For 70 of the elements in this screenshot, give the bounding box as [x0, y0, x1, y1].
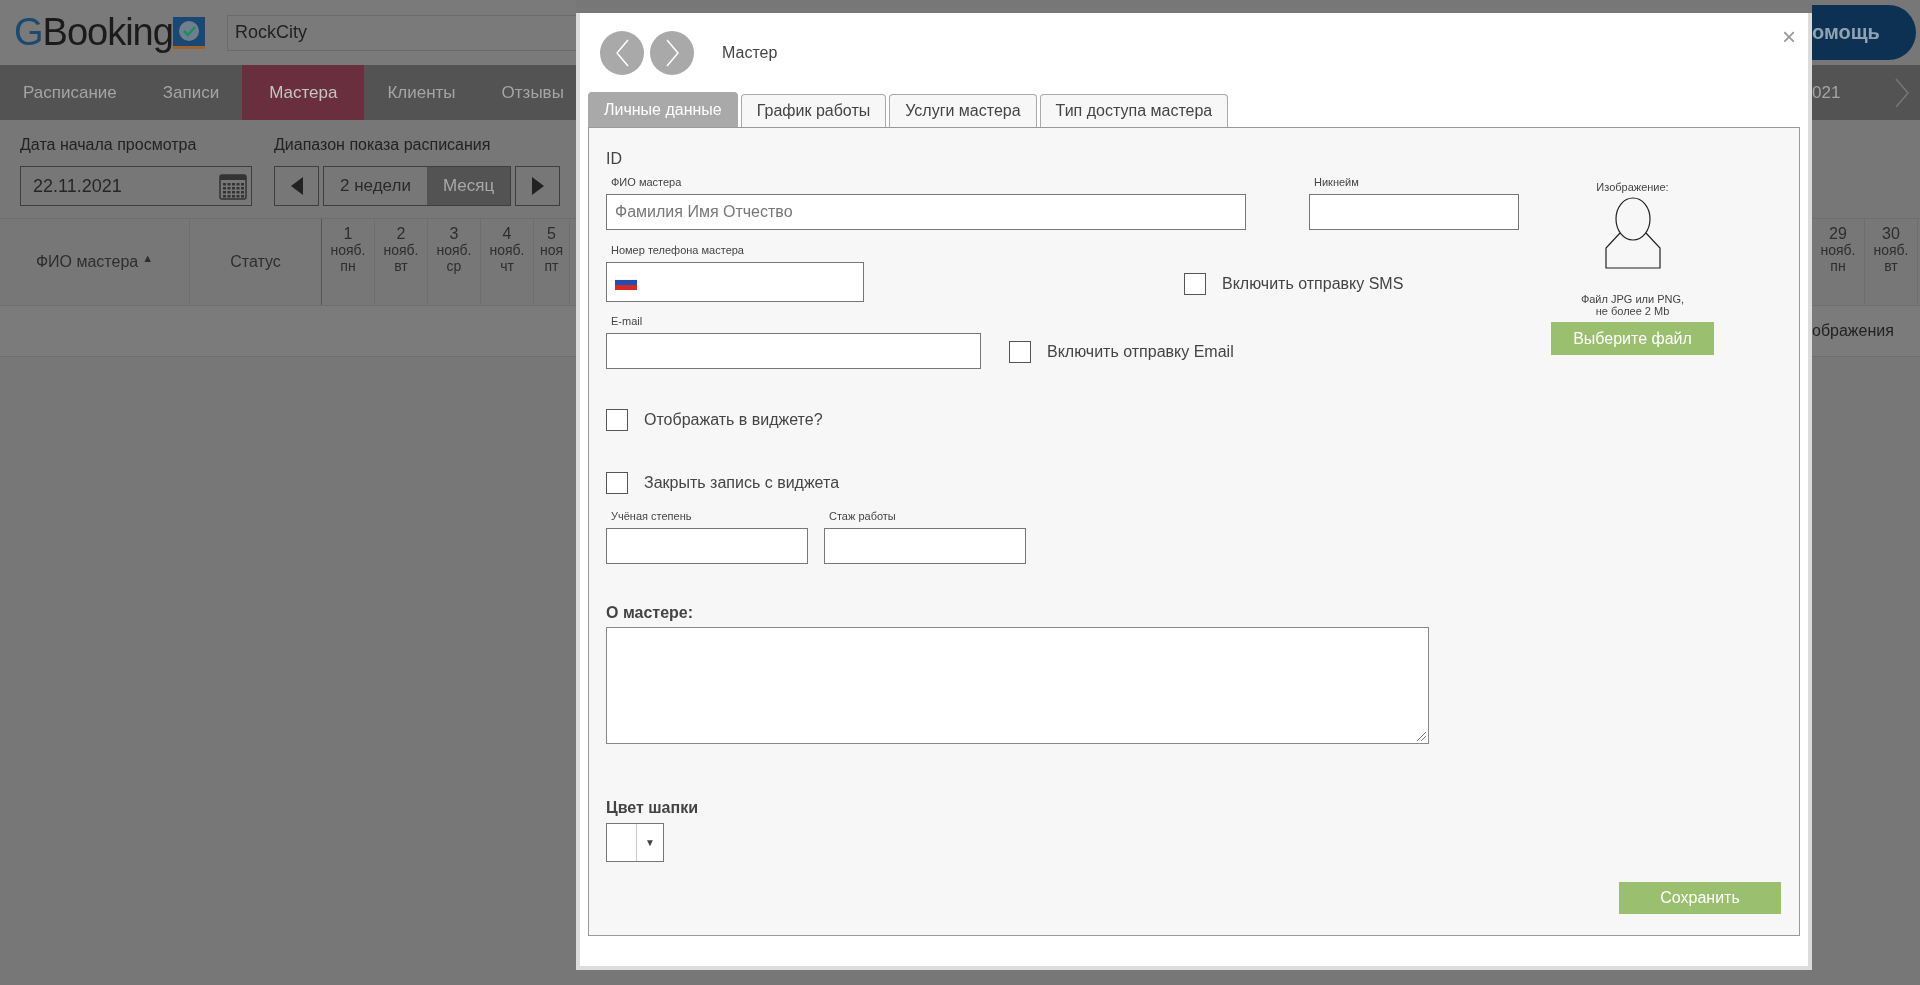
tab[interactable]: График работы	[740, 94, 887, 127]
section-label: О мастере:	[606, 604, 695, 622]
field-label: ФИО мастера	[610, 176, 683, 190]
previous-button[interactable]	[600, 30, 644, 75]
field-label: Номер телефона мастера	[610, 244, 745, 258]
column-header[interactable]: ФИО мастера	[35, 253, 139, 271]
id-label: ID	[606, 150, 623, 168]
right-arrow-icon	[529, 176, 546, 196]
checkbox-label: Включить отправку SMS	[1222, 275, 1404, 293]
field-label: Стаж работы	[828, 510, 897, 524]
checkbox[interactable]	[1184, 273, 1206, 295]
close-button[interactable]: ×	[1782, 25, 1796, 49]
choose-file-button[interactable]: Выберите файл	[1551, 322, 1714, 355]
save-button[interactable]: Сохранить	[1619, 882, 1781, 914]
next-button[interactable]	[650, 30, 694, 75]
tab[interactable]: Услуги мастера	[889, 94, 1037, 127]
nav-tab[interactable]: Клиенты	[364, 65, 479, 120]
checkbox[interactable]	[606, 409, 628, 431]
color-dropdown[interactable]: ▼	[606, 823, 664, 862]
input-field[interactable]	[606, 528, 808, 564]
field-label: Дата начала просмотра	[20, 136, 198, 155]
modal-title: Мастер	[722, 43, 778, 62]
input-field[interactable]	[1309, 194, 1519, 230]
field-label: Диапазон показа расписания	[274, 136, 492, 155]
input-field[interactable]	[606, 262, 864, 302]
input-field[interactable]	[824, 528, 1026, 564]
field-label: Учёная степень	[610, 510, 693, 524]
sort-icon: ▲	[142, 252, 154, 264]
range-option[interactable]: 2 недели	[324, 167, 427, 205]
checkbox-label: Закрыть запись с виджета	[644, 474, 840, 492]
flag-icon[interactable]	[615, 274, 637, 290]
checkbox-label: Отображать в виджете?	[644, 411, 823, 429]
section-label: Цвет шапки	[606, 799, 700, 817]
field-label: E-mail	[610, 315, 644, 329]
image-label: Изображение:	[1596, 181, 1669, 193]
logo[interactable]: GBooking	[14, 11, 173, 54]
calendar-icon[interactable]	[219, 171, 247, 201]
field-label: Никнейм	[1313, 176, 1360, 190]
day-header: 2 нояб. вт	[375, 219, 428, 305]
input-field[interactable]	[606, 333, 981, 369]
next-button[interactable]	[515, 166, 561, 206]
resize-handle-icon[interactable]	[1416, 731, 1427, 742]
input-field[interactable]: Фамилия Имя Отчество	[606, 194, 1246, 230]
chevron-right-icon	[664, 38, 680, 67]
date-field[interactable]: 22.11.2021	[20, 166, 252, 206]
nav-tab[interactable]: Записи	[139, 65, 243, 120]
day-header: 5 ноя пт	[534, 219, 570, 305]
checkbox-label: Включить отправку Email	[1047, 343, 1234, 361]
day-header: 30 нояб. вт	[1865, 219, 1918, 305]
help-button[interactable]: омощь	[1812, 5, 1916, 60]
column-header[interactable]: Статус	[190, 219, 322, 305]
tab[interactable]: Тип доступа мастера	[1039, 94, 1229, 127]
checkbox[interactable]	[606, 472, 628, 494]
tab[interactable]: Личные данные	[588, 92, 738, 127]
logo-icon[interactable]	[172, 16, 205, 49]
checkbox[interactable]	[1009, 341, 1031, 363]
date-range-text: 021	[1812, 82, 1841, 103]
day-header: 4 нояб. чт	[481, 219, 534, 305]
file-hint: Файл JPG или PNG, не более 2 Mb	[1580, 293, 1685, 317]
chevron-left-icon	[614, 38, 630, 67]
previous-button[interactable]	[274, 166, 319, 206]
range-option[interactable]: Месяц	[426, 167, 511, 205]
day-header: 1 нояб. пн	[322, 219, 375, 305]
day-header: 3 нояб. ср	[428, 219, 481, 305]
nav-tab[interactable]: Отзывы	[478, 65, 576, 120]
nav-tab[interactable]: Мастера	[242, 65, 365, 120]
nav-tab[interactable]: Расписание	[0, 65, 140, 120]
table-cell: ображения	[1812, 322, 1894, 340]
search-field[interactable]: RockCity	[226, 14, 576, 51]
date-value: 22.11.2021	[33, 175, 122, 197]
